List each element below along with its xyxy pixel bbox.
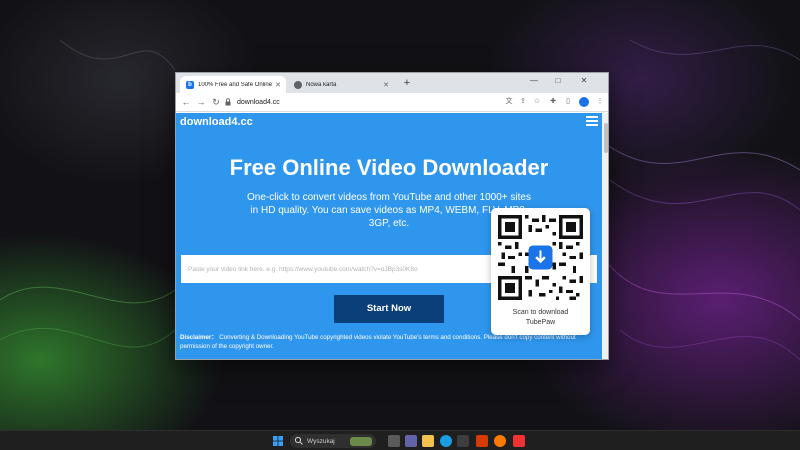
- store-icon[interactable]: [457, 435, 469, 447]
- profile-avatar[interactable]: [579, 97, 589, 107]
- firefox-icon[interactable]: [494, 435, 506, 447]
- tab-strip: b 100% Free and Safe Online Vide ✕ Nowa …: [176, 73, 608, 93]
- new-tab-button[interactable]: +: [400, 76, 414, 90]
- qr-code: [498, 215, 583, 300]
- office-icon[interactable]: [476, 435, 488, 447]
- forward-arrow-icon[interactable]: →: [195, 96, 207, 108]
- site-favicon-icon: b: [186, 80, 194, 89]
- more-menu-icon[interactable]: ⋮: [594, 96, 606, 108]
- qr-download-popup: Scan to download TubePaw: [491, 208, 590, 335]
- edge-browser-icon[interactable]: [440, 435, 452, 447]
- translate-icon[interactable]: 文: [503, 96, 515, 108]
- windows-start-icon[interactable]: [272, 435, 284, 447]
- disclaimer-text: Converting & Downloading YouTube copyrig…: [180, 334, 576, 350]
- minimize-button[interactable]: —: [524, 74, 544, 88]
- share-icon[interactable]: ⇪: [517, 96, 529, 108]
- page-scrollbar[interactable]: [602, 113, 608, 359]
- side-panel-icon[interactable]: ▯: [562, 96, 574, 108]
- site-logo[interactable]: download4.cc: [180, 116, 253, 128]
- file-explorer-icon[interactable]: [422, 435, 434, 447]
- tab-nowa-karta[interactable]: Nowa karta ✕: [288, 76, 394, 93]
- hamburger-menu-icon[interactable]: [586, 116, 598, 126]
- close-window-button[interactable]: ✕: [574, 74, 594, 88]
- disclaimer: Disclaimer： Converting & Downloading You…: [180, 333, 600, 351]
- search-label: Wyszukaj: [307, 437, 335, 445]
- bookmark-star-icon[interactable]: ☆: [531, 96, 543, 108]
- tab-close-icon[interactable]: ✕: [273, 81, 283, 89]
- lock-icon: [225, 98, 231, 106]
- disclaimer-label: Disclaimer：: [180, 334, 218, 341]
- page-title: Free Online Video Downloader: [229, 155, 549, 180]
- new-tab-favicon-icon: [294, 80, 302, 89]
- browser-toolbar: ← → ↻ download4.cc 文 ⇪ ☆ ✚ ▯ ⋮: [176, 93, 608, 112]
- qr-caption-line2: TubePaw: [525, 319, 556, 326]
- maximize-button[interactable]: □: [548, 74, 568, 88]
- address-text: download4.cc: [237, 98, 280, 106]
- address-bar[interactable]: download4.cc: [224, 95, 494, 109]
- opera-icon[interactable]: [513, 435, 525, 447]
- tab-title: 100% Free and Safe Online Vide: [198, 81, 273, 88]
- qr-caption: Scan to download TubePaw: [491, 308, 590, 328]
- task-view-icon[interactable]: [388, 435, 400, 447]
- search-highlight-icon: [350, 436, 372, 446]
- qr-caption-line1: Scan to download: [512, 309, 569, 316]
- back-arrow-icon[interactable]: ←: [180, 96, 192, 108]
- taskbar-search[interactable]: Wyszukaj: [290, 434, 376, 448]
- teams-chat-icon[interactable]: [405, 435, 417, 447]
- search-icon: [294, 436, 303, 445]
- start-now-button[interactable]: Start Now: [334, 295, 444, 323]
- tab-title: Nowa karta: [306, 81, 337, 88]
- extensions-icon[interactable]: ✚: [547, 96, 559, 108]
- scrollbar-thumb[interactable]: [604, 123, 608, 153]
- reload-icon[interactable]: ↻: [210, 96, 222, 108]
- tab-download4[interactable]: b 100% Free and Safe Online Vide ✕: [180, 76, 286, 93]
- tab-close-icon[interactable]: ✕: [381, 81, 391, 89]
- taskbar: Wyszukaj: [0, 430, 800, 450]
